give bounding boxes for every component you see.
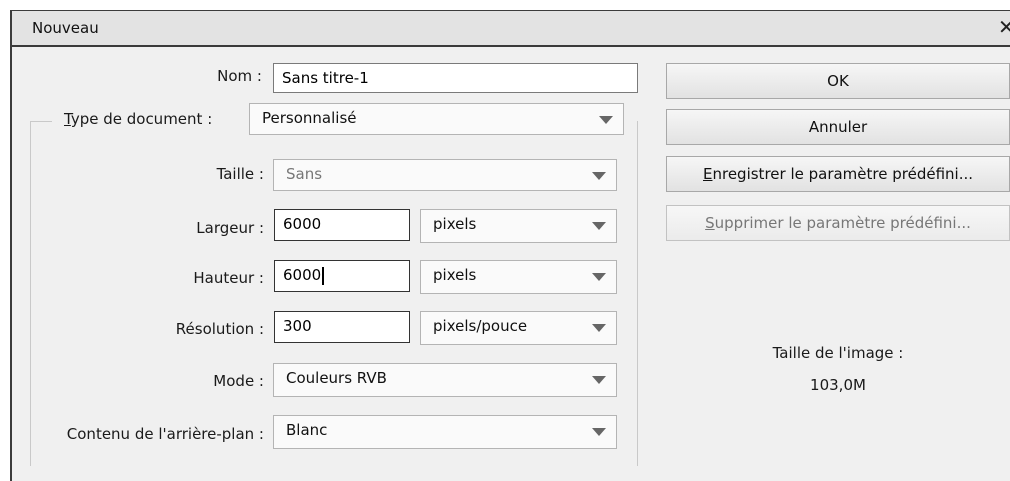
dialog-title: Nouveau	[32, 19, 99, 37]
save-preset-label: nregistrer le paramètre prédéfini...	[712, 165, 973, 183]
resolution-unit-value: pixels/pouce	[433, 317, 528, 335]
chevron-down-icon	[592, 376, 606, 384]
resolution-unit-select[interactable]: pixels/pouce	[420, 311, 617, 345]
cancel-button[interactable]: Annuler	[666, 109, 1010, 145]
text-cursor	[322, 266, 325, 285]
mode-label: Mode :	[213, 372, 264, 390]
group-border-top	[30, 121, 52, 122]
mode-value: Couleurs RVB	[286, 369, 387, 387]
image-size-label: Taille de l'image :	[772, 344, 904, 362]
height-unit-select[interactable]: pixels	[420, 260, 617, 294]
chevron-down-icon	[592, 428, 606, 436]
document-type-value: Personnalisé	[262, 109, 357, 127]
height-input[interactable]: 6000	[274, 260, 410, 292]
delete-preset-mnemonic: S	[705, 214, 715, 232]
background-label: Contenu de l'arrière-plan :	[66, 425, 264, 443]
document-type-mnemonic: T	[64, 110, 71, 128]
size-value: Sans	[286, 165, 323, 183]
resolution-input[interactable]: 300	[274, 311, 410, 343]
size-select[interactable]: Sans	[273, 159, 617, 191]
chevron-down-icon	[599, 116, 613, 124]
mode-select[interactable]: Couleurs RVB	[273, 363, 617, 397]
document-type-label-text: ype de document :	[70, 110, 213, 128]
chevron-down-icon	[592, 273, 606, 281]
name-input[interactable]: Sans titre-1	[273, 63, 638, 93]
width-label: Largeur :	[196, 219, 264, 237]
chevron-down-icon	[592, 324, 606, 332]
delete-preset-button[interactable]: Supprimer le paramètre prédéfini...	[666, 205, 1010, 241]
new-document-dialog: Nouveau ✕ Nom : Sans titre-1 Type de doc…	[10, 10, 1010, 481]
top-strip	[0, 0, 1010, 10]
image-size-value: 103,0M	[810, 376, 866, 394]
document-type-select[interactable]: Personnalisé	[249, 103, 624, 135]
name-label: Nom :	[217, 67, 262, 85]
height-value: 6000	[283, 266, 322, 284]
delete-preset-label: upprimer le paramètre prédéfini...	[714, 214, 971, 232]
height-label: Hauteur :	[193, 269, 264, 287]
group-border-left	[30, 121, 31, 466]
close-icon[interactable]: ✕	[998, 15, 1010, 39]
resolution-label: Résolution :	[175, 320, 264, 338]
title-bar: Nouveau ✕	[12, 11, 1010, 47]
chevron-down-icon	[592, 222, 606, 230]
background-value: Blanc	[286, 421, 328, 439]
size-label: Taille :	[216, 165, 264, 183]
chevron-down-icon	[592, 172, 606, 180]
ok-button[interactable]: OK	[666, 63, 1010, 99]
height-unit-value: pixels	[433, 266, 477, 284]
width-input[interactable]: 6000	[274, 209, 410, 241]
save-preset-button[interactable]: Enregistrer le paramètre prédéfini...	[666, 156, 1010, 192]
width-unit-value: pixels	[433, 215, 477, 233]
width-unit-select[interactable]: pixels	[420, 209, 617, 243]
group-border-right	[637, 121, 638, 466]
document-type-label: Type de document :	[60, 110, 248, 128]
background-select[interactable]: Blanc	[273, 415, 617, 449]
